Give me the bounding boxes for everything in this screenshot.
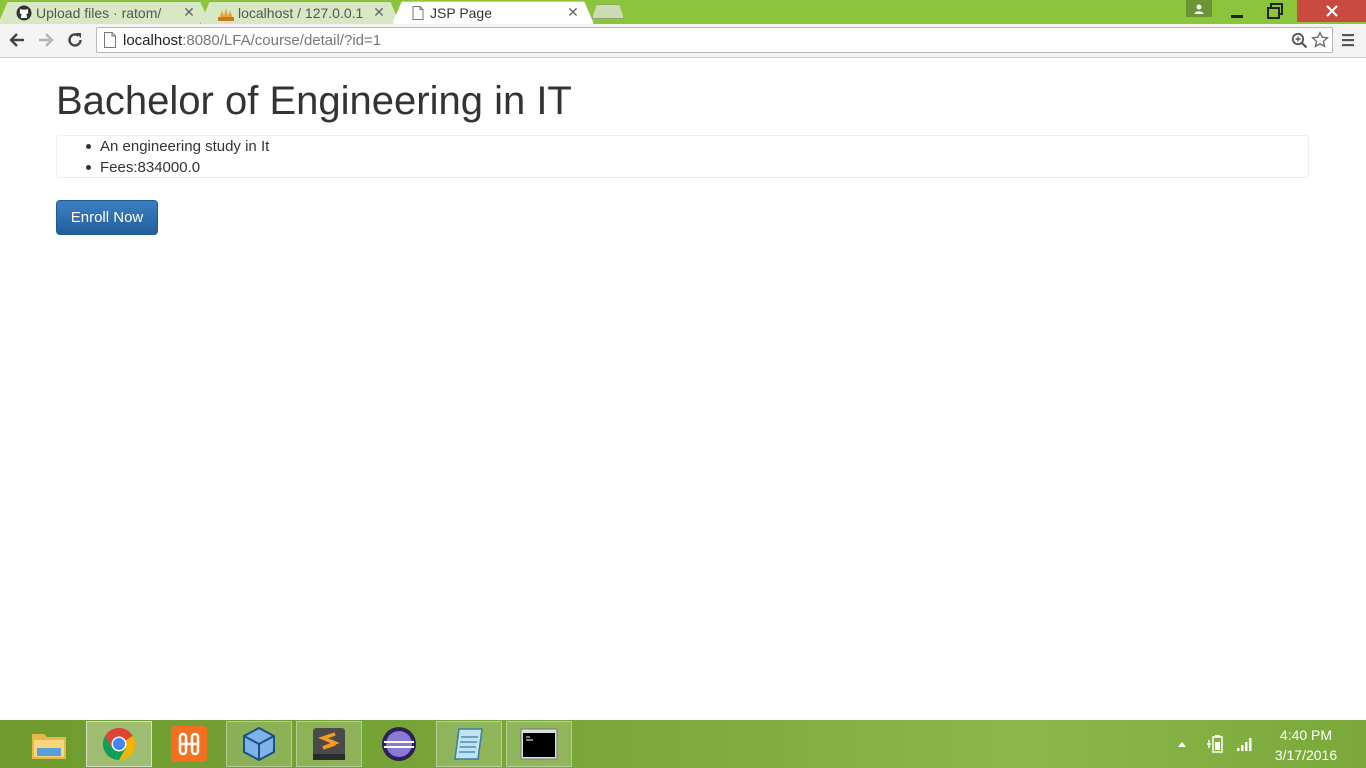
course-description: An engineering study in It	[85, 138, 270, 155]
virtualbox-icon	[243, 726, 275, 762]
taskbar-notepad[interactable]	[436, 721, 502, 767]
tab-title: JSP Page	[430, 4, 493, 21]
chrome-icon	[102, 727, 136, 761]
close-tab-icon[interactable]: ✕	[182, 4, 196, 21]
taskbar-sublime-text[interactable]	[296, 721, 362, 767]
reload-button[interactable]	[63, 28, 87, 52]
browser-toolbar: localhost:8080/LFA/course/detail/?id=1	[0, 24, 1366, 58]
close-window-button[interactable]	[1297, 0, 1366, 22]
notepad-icon	[454, 728, 483, 760]
clock-date: 3/17/2016	[1274, 747, 1338, 763]
github-icon	[16, 5, 32, 21]
course-fees: Fees:834000.0	[85, 157, 269, 178]
menu-icon[interactable]	[1338, 30, 1358, 50]
eclipse-icon	[382, 727, 416, 761]
zoom-icon[interactable]	[1291, 32, 1308, 53]
back-button[interactable]	[5, 28, 29, 52]
network-signal-icon[interactable]	[1234, 720, 1256, 768]
course-title: Bachelor of Engineering in IT	[56, 79, 572, 123]
forward-arrow-icon	[39, 33, 54, 47]
system-clock[interactable]: 4:40 PM 3/17/2016	[1262, 725, 1350, 765]
windows-taskbar: 4:40 PM 3/17/2016	[0, 720, 1366, 768]
phpmyadmin-icon	[218, 5, 234, 21]
profile-icon[interactable]	[1186, 0, 1212, 17]
url-host: localhost	[123, 31, 183, 49]
sublime-text-icon	[313, 728, 345, 760]
command-prompt-icon	[520, 728, 558, 760]
tab-title: Upload files · ratom/	[36, 4, 162, 21]
url-path: :8080/LFA/course/detail/?id=1	[182, 31, 382, 49]
address-bar[interactable]: localhost:8080/LFA/course/detail/?id=1	[96, 27, 1333, 53]
close-tab-icon[interactable]: ✕	[566, 4, 580, 21]
forward-button[interactable]	[34, 28, 58, 52]
close-tab-icon[interactable]: ✕	[372, 4, 386, 21]
restore-button[interactable]	[1258, 0, 1292, 22]
course-detail-list: An engineering study in It Fees:834000.0	[85, 136, 270, 178]
page-icon	[410, 5, 426, 21]
minimize-button[interactable]	[1222, 0, 1252, 22]
xampp-icon	[171, 726, 207, 762]
tab-upload-files[interactable]: Upload files · ratom/ ✕	[0, 1, 210, 24]
battery-icon[interactable]	[1204, 720, 1226, 768]
enroll-now-button[interactable]: Enroll Now	[56, 200, 158, 235]
taskbar-command-prompt[interactable]	[506, 721, 572, 767]
browser-titlebar: Upload files · ratom/ ✕ localhost / 127.…	[0, 0, 1366, 24]
taskbar-chrome[interactable]	[86, 721, 152, 767]
page-icon	[103, 32, 117, 48]
back-arrow-icon	[9, 33, 24, 47]
reload-icon	[68, 33, 82, 47]
page-content: Bachelor of Engineering in IT An enginee…	[0, 59, 1366, 720]
tab-title: localhost / 127.0.0.1	[238, 4, 364, 21]
tab-phpmyadmin[interactable]: localhost / 127.0.0.1 ✕	[200, 1, 400, 24]
show-hidden-icons-button[interactable]	[1174, 720, 1190, 768]
bookmark-star-icon[interactable]	[1311, 30, 1329, 53]
taskbar-xampp[interactable]	[156, 721, 222, 767]
new-tab-button[interactable]	[592, 4, 624, 19]
tab-jsp-page[interactable]: JSP Page ✕	[392, 1, 594, 24]
taskbar-virtualbox[interactable]	[226, 721, 292, 767]
taskbar-eclipse[interactable]	[366, 721, 432, 767]
taskbar-file-explorer[interactable]	[16, 721, 82, 767]
chevron-up-icon	[1178, 742, 1186, 747]
clock-time: 4:40 PM	[1279, 727, 1333, 743]
file-explorer-icon	[32, 734, 66, 759]
